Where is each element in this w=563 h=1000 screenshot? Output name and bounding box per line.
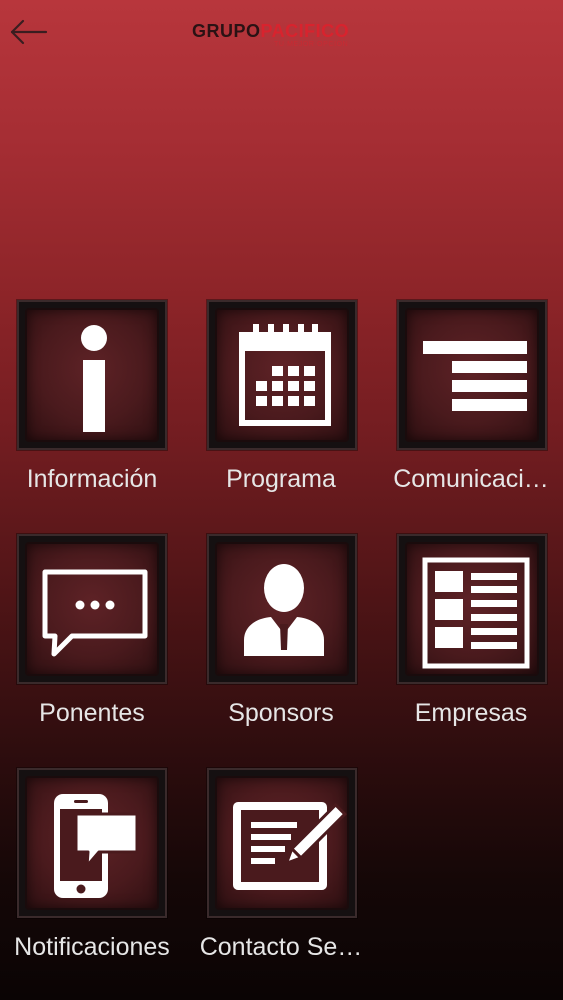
comunicaciones-tile[interactable] <box>397 300 547 450</box>
list-document-icon <box>422 557 530 669</box>
phone-message-icon <box>54 794 139 898</box>
notificaciones-label[interactable]: Notificaciones <box>0 932 184 962</box>
back-button[interactable] <box>6 14 50 50</box>
programa-tile[interactable] <box>207 300 357 450</box>
person-icon <box>244 564 324 656</box>
programa-label[interactable]: Programa <box>189 464 373 494</box>
grupo-pacifico-logo: GRUPOPACIFICO TU MEJOR OPCIÓN <box>192 21 350 48</box>
contacto-label[interactable]: Contacto Se… <box>189 932 373 962</box>
calendar-icon <box>239 324 331 426</box>
info-icon <box>81 325 107 432</box>
comunicaciones-label[interactable]: Comunicaci… <box>379 464 563 494</box>
lines-icon <box>423 341 527 411</box>
notificaciones-tile[interactable] <box>17 768 167 918</box>
sponsors-tile[interactable] <box>207 534 357 684</box>
contacto-tile[interactable] <box>207 768 357 918</box>
chat-bubble-icon <box>42 569 148 657</box>
app-header: GRUPOPACIFICO TU MEJOR OPCIÓN <box>0 0 563 64</box>
edit-document-icon <box>233 802 347 890</box>
sponsors-label[interactable]: Sponsors <box>189 698 373 728</box>
informacion-label[interactable]: Información <box>0 464 184 494</box>
informacion-tile[interactable] <box>17 300 167 450</box>
ponentes-label[interactable]: Ponentes <box>0 698 184 728</box>
back-arrow-icon <box>10 19 48 45</box>
ponentes-tile[interactable] <box>17 534 167 684</box>
empresas-label[interactable]: Empresas <box>379 698 563 728</box>
empresas-tile[interactable] <box>397 534 547 684</box>
